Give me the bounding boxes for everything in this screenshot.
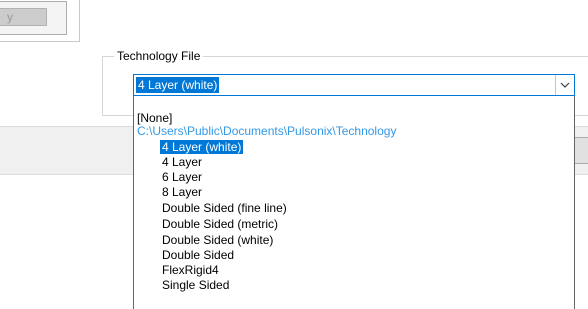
list-item[interactable]: Single Sided <box>162 278 229 293</box>
top-left-panel: y <box>0 0 80 42</box>
combo-dropdown-button[interactable] <box>555 75 574 95</box>
partial-button-label: y <box>7 10 13 24</box>
list-item[interactable]: FlexRigid4 <box>162 263 219 278</box>
list-item[interactable]: 8 Layer <box>162 185 202 200</box>
technology-file-dialog: y Technology File 4 Layer (white) [None]… <box>0 0 588 309</box>
partial-button[interactable]: y <box>0 8 47 26</box>
chevron-down-icon <box>560 82 570 88</box>
list-item-selected[interactable]: 4 Layer (white) <box>160 140 244 155</box>
list-item[interactable]: Double Sided (white) <box>162 233 273 248</box>
list-item[interactable]: Double Sided (metric) <box>162 217 278 232</box>
group-title: Technology File <box>114 49 204 63</box>
partial-right-button[interactable] <box>574 137 588 164</box>
list-item[interactable]: Double Sided <box>162 248 234 263</box>
combo-selected-value: 4 Layer (white) <box>136 77 220 93</box>
list-item-folder[interactable]: C:\Users\Public\Documents\Pulsonix\Techn… <box>137 124 396 139</box>
list-item[interactable]: 4 Layer <box>162 155 202 170</box>
technology-file-dropdown-list: [None] C:\Users\Public\Documents\Pulsoni… <box>133 96 575 309</box>
technology-file-combo[interactable]: 4 Layer (white) <box>133 74 575 96</box>
list-item[interactable]: Double Sided (fine line) <box>162 201 287 216</box>
list-item[interactable]: 6 Layer <box>162 170 202 185</box>
